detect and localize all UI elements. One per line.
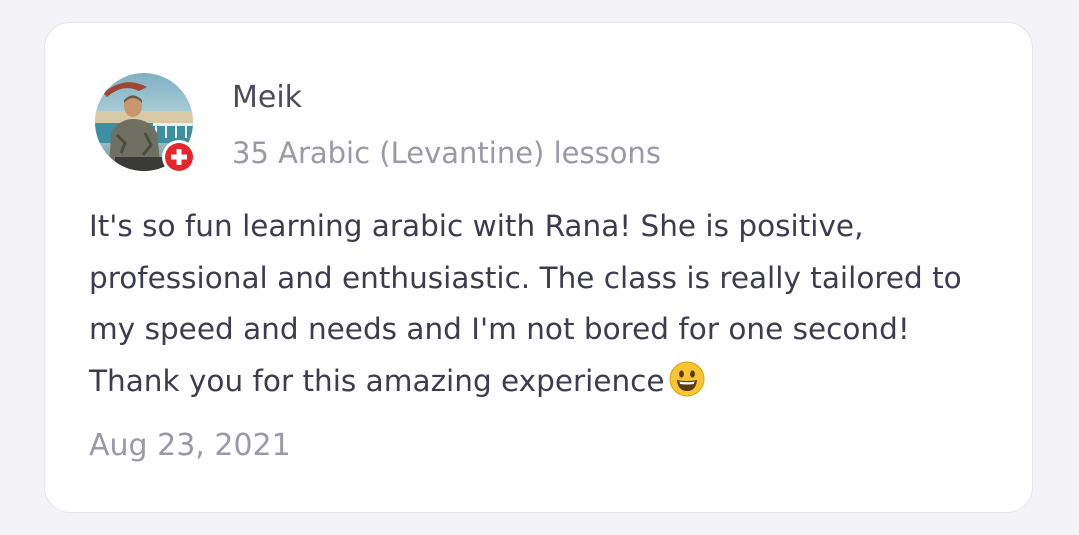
switzerland-flag-icon xyxy=(162,140,196,174)
review-text: It's so fun learning arabic with Rana! S… xyxy=(89,201,989,413)
lessons-count: 35 Arabic (Levantine) lessons xyxy=(232,136,661,170)
smiley-emoji-icon xyxy=(669,361,705,414)
review-body: It's so fun learning arabic with Rana! S… xyxy=(89,209,962,398)
reviewer-name[interactable]: Meik xyxy=(232,78,302,118)
review-date: Aug 23, 2021 xyxy=(89,428,291,463)
review-card: Meik 35 Arabic (Levantine) lessons It's … xyxy=(44,22,1033,513)
avatar-container xyxy=(95,73,196,174)
